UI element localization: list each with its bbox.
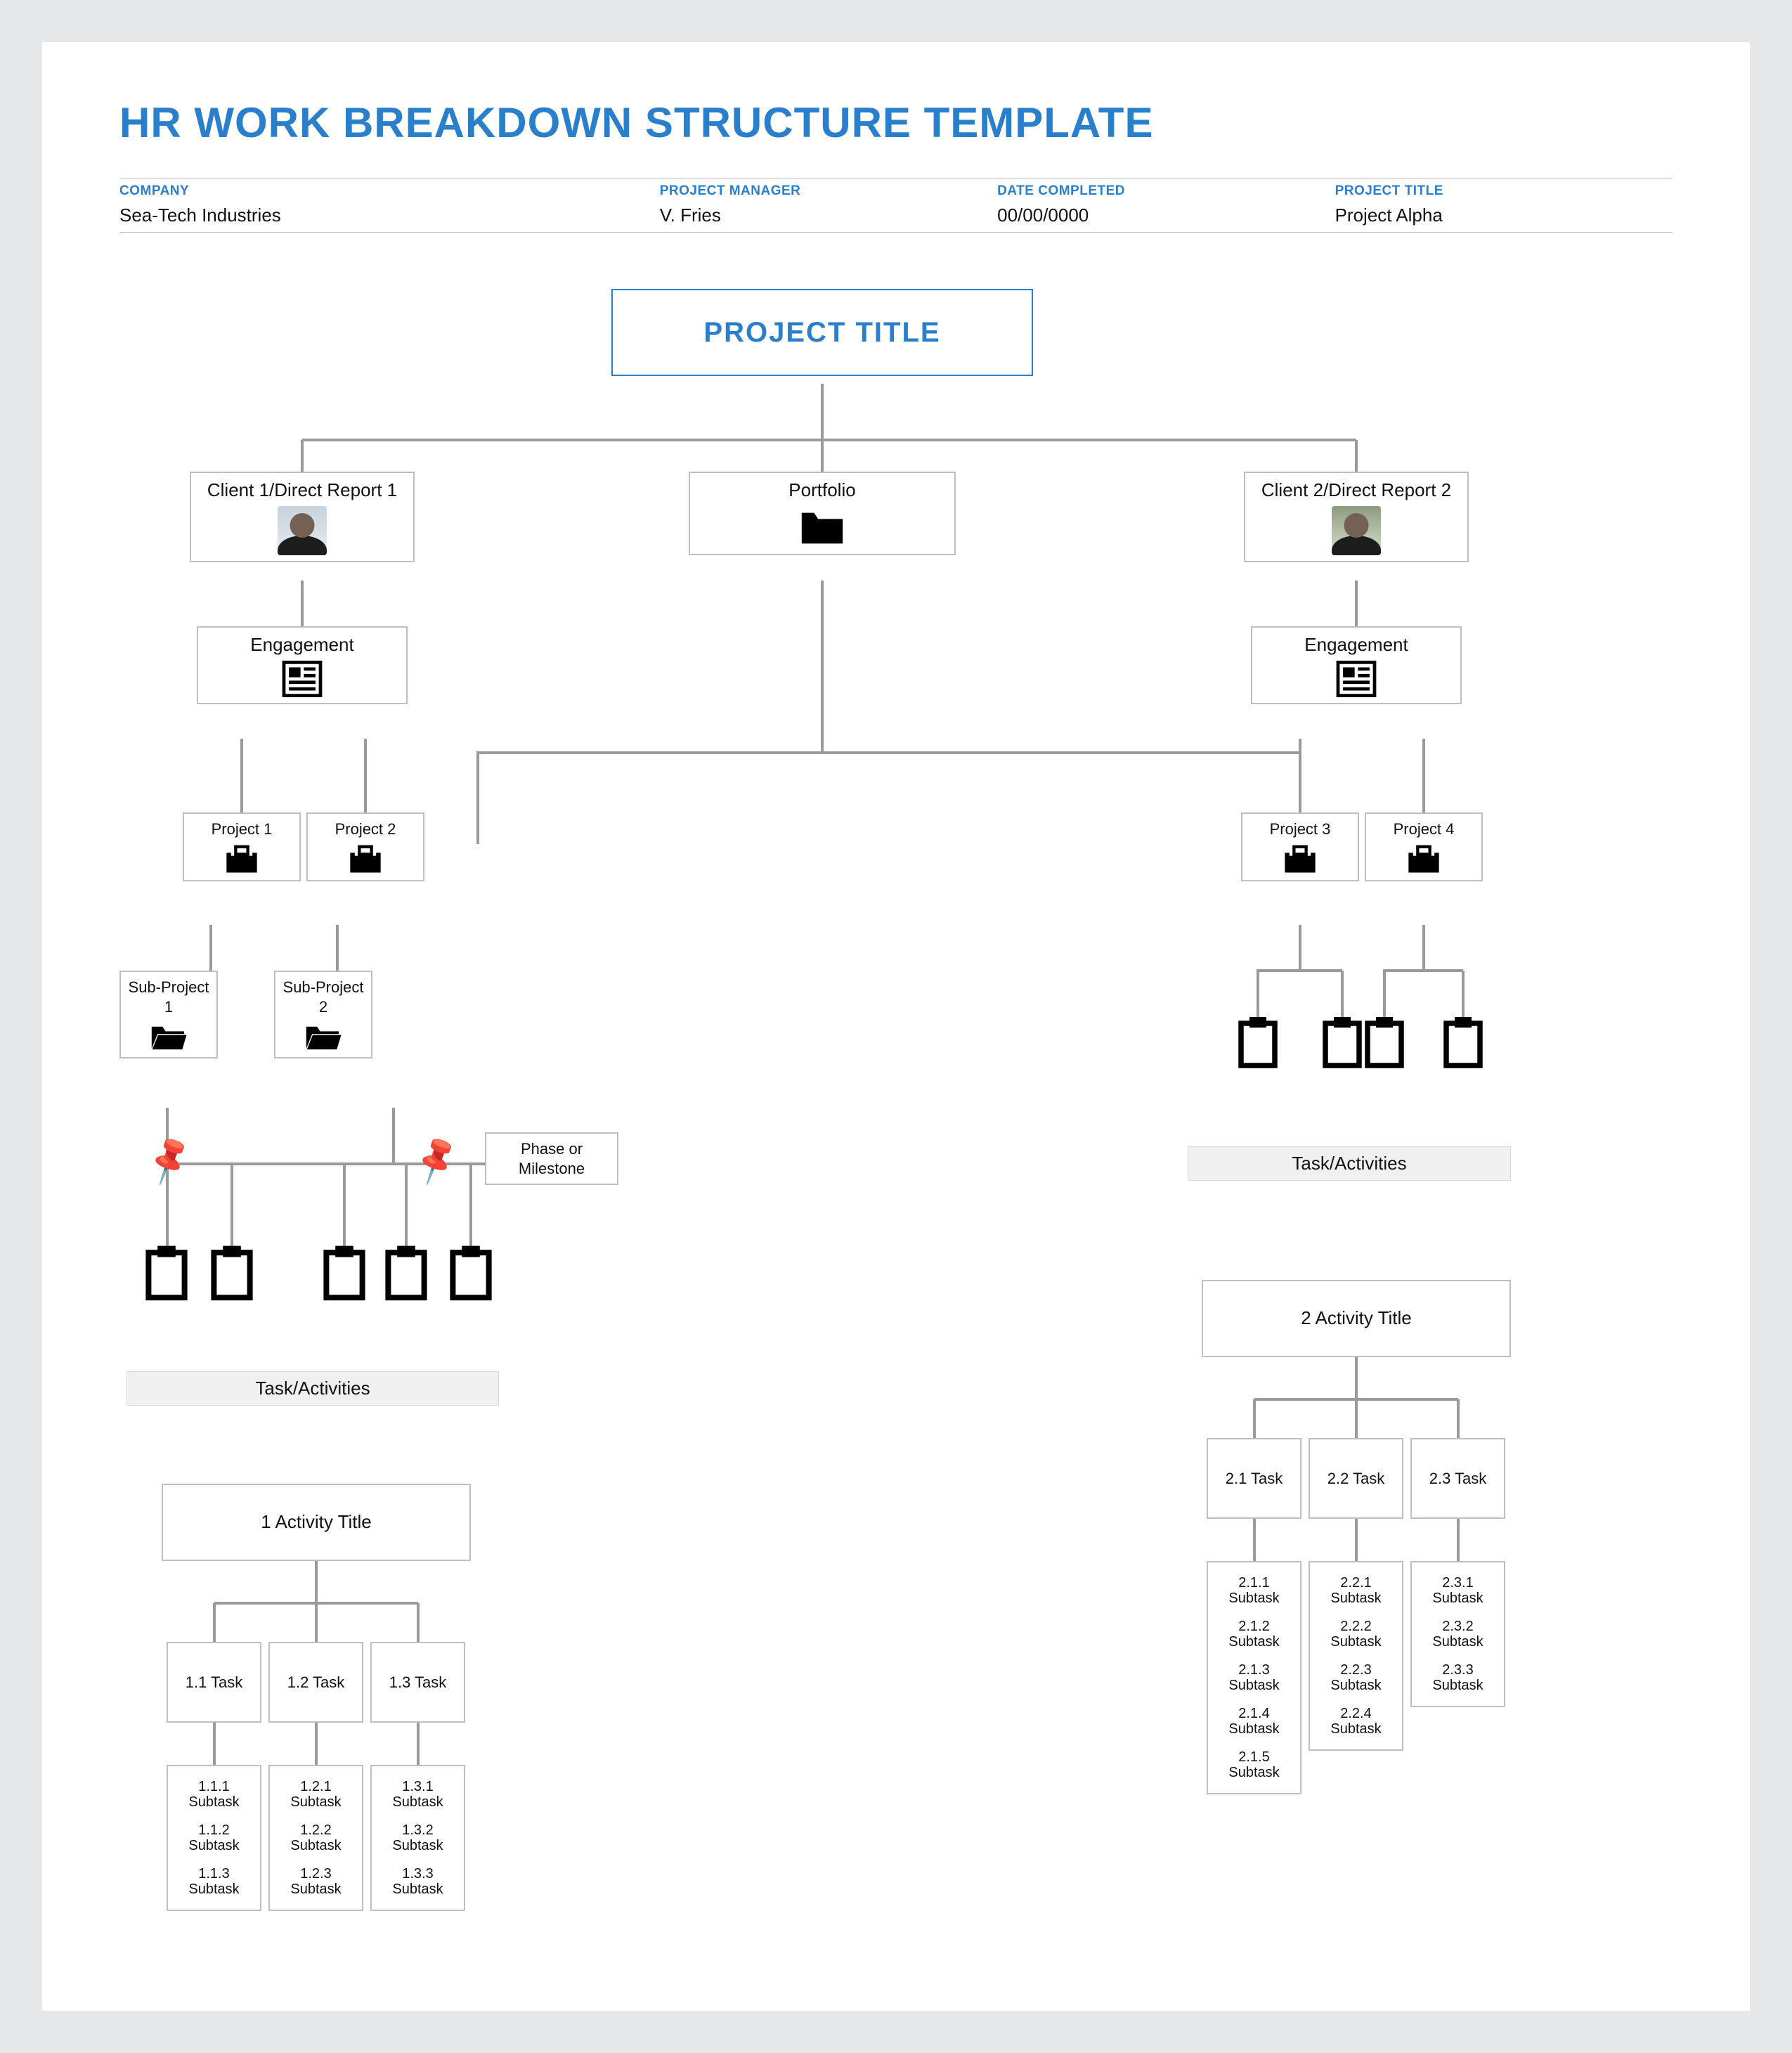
clipboard-icon: [1237, 1016, 1279, 1068]
project4-label: Project 4: [1394, 820, 1455, 838]
subtask-item: 2.1.2Subtask: [1216, 1619, 1292, 1650]
client1-box: Client 1/Direct Report 1: [190, 472, 415, 562]
date-value: 00/00/0000: [997, 205, 1335, 232]
pm-label: PROJECT MANAGER: [660, 183, 997, 199]
client1-label: Client 1/Direct Report 1: [207, 479, 397, 500]
task-2-3-box: 2.3 Task: [1410, 1438, 1505, 1519]
subtasks-2-3: 2.3.1Subtask 2.3.2Subtask 2.3.3Subtask: [1410, 1561, 1505, 1707]
task-2-2-box: 2.2 Task: [1309, 1438, 1403, 1519]
company-value: Sea-Tech Industries: [119, 205, 660, 232]
page-title: HR WORK BREAKDOWN STRUCTURE TEMPLATE: [119, 98, 1673, 147]
folder-icon: [798, 506, 847, 548]
briefcase-icon: [1405, 843, 1442, 874]
pushpin-icon: 📌: [141, 1132, 197, 1189]
open-folder-icon: [150, 1021, 188, 1051]
clipboard-icon: [384, 1245, 429, 1301]
subtasks-2-2: 2.2.1Subtask 2.2.2Subtask 2.2.3Subtask 2.2.…: [1309, 1561, 1403, 1751]
clipboard-icon: [448, 1245, 493, 1301]
subtask-item: 2.1.5Subtask: [1216, 1749, 1292, 1780]
clipboard-icon: [1321, 1016, 1363, 1068]
date-label: DATE COMPLETED: [997, 183, 1335, 199]
subproject2-box: Sub-Project 2: [274, 971, 372, 1058]
subtask-item: 1.3.1Subtask: [380, 1779, 455, 1810]
briefcase-icon: [1282, 843, 1318, 874]
engagement1-box: Engagement: [197, 626, 408, 704]
project4-box: Project 4: [1365, 812, 1483, 881]
subtask-item: 1.3.3Subtask: [380, 1866, 455, 1897]
avatar-icon: [278, 506, 327, 555]
portfolio-box: Portfolio: [689, 472, 956, 555]
clipboard-icon: [322, 1245, 367, 1301]
portfolio-label: Portfolio: [788, 479, 855, 500]
task-2-1-box: 2.1 Task: [1207, 1438, 1301, 1519]
subproject1-label: Sub-Project 1: [129, 978, 209, 1016]
engagement-label: Engagement: [1304, 634, 1408, 655]
engagement-label: Engagement: [250, 634, 353, 655]
header-row: COMPANY Sea-Tech Industries PROJECT MANA…: [119, 179, 1673, 233]
project-title-label: PROJECT TITLE: [1335, 183, 1673, 199]
subtask-item: 2.2.1Subtask: [1318, 1575, 1394, 1606]
subtask-item: 2.1.3Subtask: [1216, 1662, 1292, 1693]
subtask-item: 1.1.1Subtask: [176, 1779, 252, 1810]
activity2-box: 2 Activity Title: [1202, 1280, 1511, 1357]
task-1-2-box: 1.2 Task: [268, 1642, 363, 1723]
subtask-item: 2.3.1Subtask: [1420, 1575, 1495, 1606]
project1-box: Project 1: [183, 812, 301, 881]
task-activities-label-left: Task/Activities: [126, 1371, 499, 1406]
activity1-box: 1 Activity Title: [162, 1484, 471, 1561]
subtask-item: 2.1.1Subtask: [1216, 1575, 1292, 1606]
engagement2-box: Engagement: [1251, 626, 1462, 704]
clipboard-icon: [209, 1245, 254, 1301]
subtask-item: 1.1.2Subtask: [176, 1822, 252, 1853]
client2-box: Client 2/Direct Report 2: [1244, 472, 1469, 562]
subtask-item: 2.2.4Subtask: [1318, 1706, 1394, 1737]
wbs-diagram: PROJECT TITLE Client 1/Direct Report 1 P…: [119, 247, 1673, 1969]
subtask-item: 2.2.2Subtask: [1318, 1619, 1394, 1650]
project2-box: Project 2: [306, 812, 424, 881]
project-title-box: PROJECT TITLE: [611, 289, 1033, 376]
project3-box: Project 3: [1241, 812, 1359, 881]
client2-label: Client 2/Direct Report 2: [1261, 479, 1451, 500]
clipboard-icon: [1363, 1016, 1405, 1068]
task-1-1-box: 1.1 Task: [167, 1642, 261, 1723]
project3-label: Project 3: [1270, 820, 1331, 838]
project-title-value: Project Alpha: [1335, 205, 1673, 232]
newspaper-icon: [281, 661, 323, 697]
subtasks-1-1: 1.1.1Subtask 1.1.2Subtask 1.1.3Subtask: [167, 1765, 261, 1911]
project1-label: Project 1: [212, 820, 273, 838]
task-1-3-box: 1.3 Task: [370, 1642, 465, 1723]
subtask-item: 1.2.2Subtask: [278, 1822, 353, 1853]
briefcase-icon: [223, 843, 260, 874]
document-page: HR WORK BREAKDOWN STRUCTURE TEMPLATE COM…: [42, 42, 1750, 2011]
subtask-item: 2.3.3Subtask: [1420, 1662, 1495, 1693]
subtask-item: 1.1.3Subtask: [176, 1866, 252, 1897]
subtask-item: 2.2.3Subtask: [1318, 1662, 1394, 1693]
subtask-item: 2.3.2Subtask: [1420, 1619, 1495, 1650]
subtask-item: 1.3.2Subtask: [380, 1822, 455, 1853]
subtask-item: 1.2.1Subtask: [278, 1779, 353, 1810]
clipboard-icon: [1442, 1016, 1484, 1068]
phase-box: Phase or Milestone: [485, 1132, 618, 1185]
briefcase-icon: [347, 843, 384, 874]
task-activities-label-right: Task/Activities: [1188, 1146, 1511, 1181]
clipboard-icon: [144, 1245, 189, 1301]
subproject2-label: Sub-Project 2: [283, 978, 364, 1016]
avatar-icon: [1332, 506, 1381, 555]
company-label: COMPANY: [119, 183, 660, 199]
pm-value: V. Fries: [660, 205, 997, 232]
open-folder-icon: [304, 1021, 342, 1051]
subtasks-2-1: 2.1.1Subtask 2.1.2Subtask 2.1.3Subtask 2.1.…: [1207, 1561, 1301, 1794]
newspaper-icon: [1335, 661, 1377, 697]
subtasks-1-3: 1.3.1Subtask 1.3.2Subtask 1.3.3Subtask: [370, 1765, 465, 1911]
subtask-item: 2.1.4Subtask: [1216, 1706, 1292, 1737]
subtask-item: 1.2.3Subtask: [278, 1866, 353, 1897]
pushpin-icon: 📌: [408, 1132, 465, 1189]
subtasks-1-2: 1.2.1Subtask 1.2.2Subtask 1.2.3Subtask: [268, 1765, 363, 1911]
project2-label: Project 2: [335, 820, 396, 838]
subproject1-box: Sub-Project 1: [119, 971, 218, 1058]
